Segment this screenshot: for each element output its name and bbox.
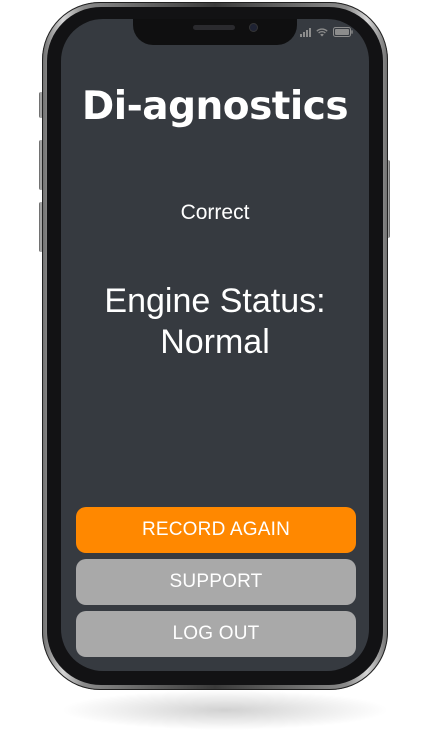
page: Di-agnostics Correct Engine Status: Norm… (0, 0, 446, 752)
signal-icon (300, 27, 311, 37)
speaker-grille (193, 25, 235, 30)
phone-shadow (60, 690, 390, 730)
support-button[interactable]: SUPPORT (76, 559, 356, 605)
notch (133, 19, 297, 45)
engine-status: Engine Status: Normal (61, 281, 369, 363)
status-bar (300, 27, 353, 37)
app-screen: Di-agnostics Correct Engine Status: Norm… (61, 19, 369, 671)
engine-status-line2: Normal (160, 323, 270, 361)
wifi-icon (316, 27, 328, 37)
result-label: Correct (180, 201, 250, 224)
app-title: Di-agnostics (81, 84, 349, 129)
front-camera-icon (249, 23, 258, 32)
log-out-button[interactable]: LOG OUT (76, 611, 356, 657)
record-again-button[interactable]: RECORD AGAIN (76, 507, 356, 553)
engine-status-line1: Engine Status: (104, 282, 326, 320)
battery-icon (333, 27, 353, 37)
